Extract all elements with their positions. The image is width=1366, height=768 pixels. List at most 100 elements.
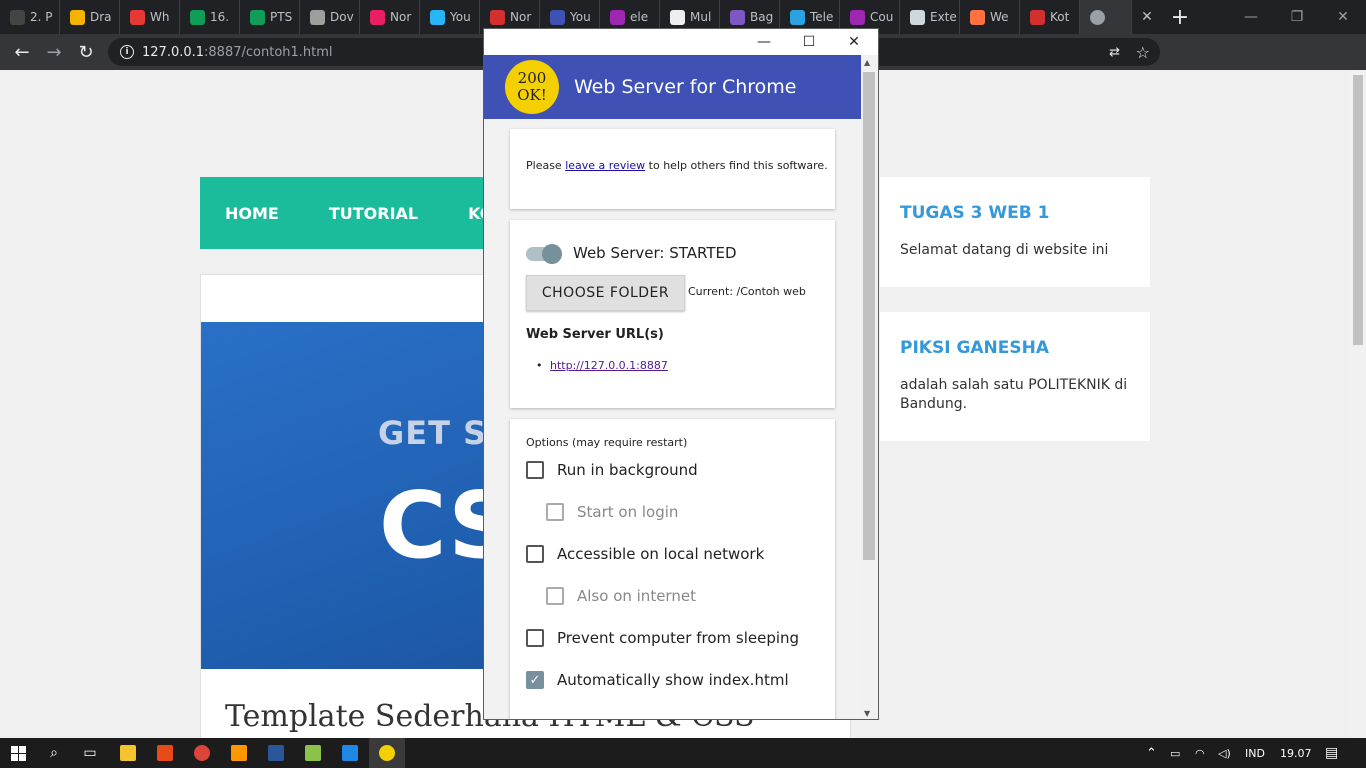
tab-active[interactable] [1080,0,1132,34]
option-row[interactable]: Prevent computer from sleeping [526,629,799,647]
url-heading: Web Server URL(s) [526,327,664,342]
app-minimize-button[interactable]: — [742,29,786,55]
checkbox[interactable] [526,461,544,479]
tab-label: We [990,10,1009,24]
browser-tab[interactable]: PTS [240,0,300,34]
sublime-text-icon[interactable] [221,738,257,768]
browser-tab[interactable]: Wh [120,0,180,34]
checkbox[interactable] [526,629,544,647]
review-text: Please leave a review to help others fin… [526,159,828,172]
scrollbar-thumb[interactable] [863,72,875,560]
tab-label: You [450,10,471,24]
browser-tab[interactable]: 2. P [0,0,60,34]
logo-text: 200 [517,69,547,87]
new-tab-button[interactable]: + [1162,5,1198,30]
battery-icon[interactable]: ▭ [1170,738,1180,768]
tab-label: Mul [690,10,712,24]
option-label: Accessible on local network [557,545,765,563]
scrollbar-thumb[interactable] [1353,75,1363,345]
browser-tab[interactable]: You [420,0,480,34]
address-path: :8887/contoh1.html [204,44,333,60]
tab-favicon-icon [10,9,25,25]
browser-tab[interactable]: Nor [360,0,420,34]
leave-review-link[interactable]: leave a review [565,159,645,172]
site-info-icon[interactable]: i [120,45,134,59]
forward-button[interactable]: → [38,36,70,68]
option-row[interactable]: Accessible on local network [526,545,764,563]
taskbar: ⌕ ▭ ⌃ ▭ ◠ ◁) IND 19.07 ▤ [0,738,1366,768]
toggle-knob [542,244,562,264]
window-restore-button[interactable]: ❐ [1274,0,1320,34]
chrome-icon[interactable] [184,738,220,768]
tab-label: Dra [90,10,112,24]
file-explorer-icon[interactable] [110,738,146,768]
task-view-icon[interactable]: ▭ [72,738,108,768]
notifications-icon[interactable]: ▤ [1325,738,1338,768]
app-maximize-button[interactable]: ☐ [787,29,831,55]
browser-tab[interactable]: 16. [180,0,240,34]
language-indicator[interactable]: IND [1245,738,1265,768]
server-url-item: http://127.0.0.1:8887 [536,359,668,372]
bookmark-star-icon[interactable]: ☆ [1136,43,1150,62]
search-icon[interactable]: ⌕ [36,738,72,768]
app-titlebar[interactable]: — ☐ ✕ [484,29,878,55]
tab-favicon-icon [910,9,925,25]
globe-icon [1090,9,1105,25]
tab-label: PTS [270,10,293,24]
option-label: Start on login [577,503,679,521]
tab-label: Wh [150,10,170,24]
browser-tab[interactable]: Exte [900,0,960,34]
app-scrollbar[interactable]: ▲ ▼ [861,55,878,719]
address-host: 127.0.0.1 [142,44,205,60]
nav-home[interactable]: HOME [225,204,279,223]
app-icon[interactable] [332,738,368,768]
word-icon[interactable] [258,738,294,768]
notepad-plus-icon[interactable] [295,738,331,768]
start-button[interactable] [0,738,36,768]
option-row[interactable]: Also on internet [546,587,696,605]
translate-icon[interactable]: ⇄ [1109,45,1120,60]
app-icon[interactable] [147,738,183,768]
tab-favicon-icon [310,9,325,25]
option-label: Automatically show index.html [557,671,789,689]
server-toggle[interactable] [526,244,562,264]
nav-tutorial[interactable]: TUTORIAL [329,204,418,223]
page-scrollbar[interactable] [1350,70,1366,738]
browser-tab[interactable]: Dra [60,0,120,34]
checkbox-checked[interactable]: ✓ [526,671,544,689]
wifi-icon[interactable]: ◠ [1195,738,1205,768]
option-row[interactable]: Run in background [526,461,698,479]
window-close-button[interactable]: ✕ [1320,0,1366,34]
checkbox[interactable] [526,545,544,563]
scroll-up-icon[interactable]: ▲ [864,58,870,67]
volume-icon[interactable]: ◁) [1218,738,1231,768]
widget-text: Selamat datang di website ini [900,242,1109,258]
option-row[interactable]: Start on login [546,503,678,521]
tab-close-icon[interactable]: ✕ [1132,9,1162,25]
browser-tab[interactable]: Dov [300,0,360,34]
server-url-link[interactable]: http://127.0.0.1:8887 [550,359,668,372]
show-hidden-icons-icon[interactable]: ⌃ [1146,738,1157,768]
browser-tab[interactable]: Kot [1020,0,1080,34]
browser-tab[interactable]: We [960,0,1020,34]
app-content: Please leave a review to help others fin… [484,119,861,719]
tab-label: ele [630,10,649,24]
option-label: Also on internet [577,587,696,605]
option-row[interactable]: ✓ Automatically show index.html [526,671,789,689]
scroll-down-icon[interactable]: ▼ [864,709,870,718]
checkbox[interactable] [546,587,564,605]
choose-folder-button[interactable]: CHOOSE FOLDER [526,275,685,311]
back-button[interactable]: ← [6,36,38,68]
window-minimize-button[interactable]: — [1228,0,1274,34]
tab-favicon-icon [790,9,805,25]
web-server-taskbar-icon[interactable] [369,738,405,768]
checkbox[interactable] [546,503,564,521]
tab-favicon-icon [1030,9,1045,25]
tab-favicon-icon [250,9,265,25]
server-card: Web Server: STARTED CHOOSE FOLDER Curren… [510,220,835,408]
reload-button[interactable]: ↻ [70,36,102,68]
clock[interactable]: 19.07 [1280,738,1312,768]
tab-favicon-icon [730,9,745,25]
app-title: Web Server for Chrome [574,76,797,98]
app-close-button[interactable]: ✕ [832,29,876,55]
